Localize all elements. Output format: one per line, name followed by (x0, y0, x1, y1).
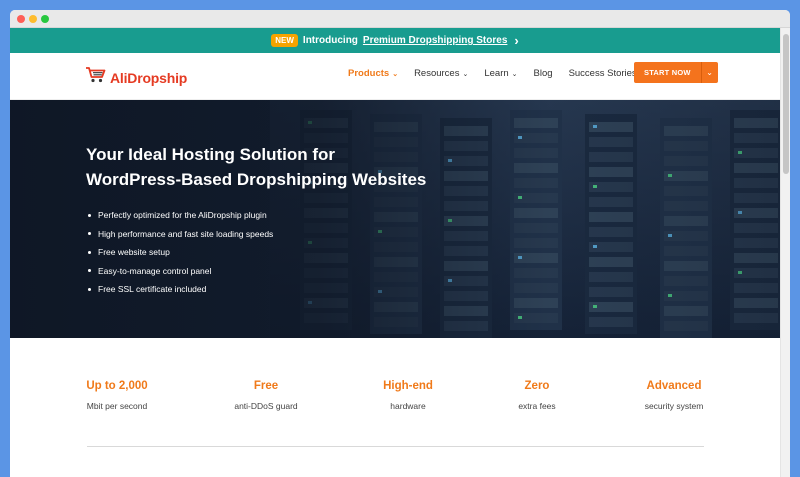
nav-item-blog[interactable]: Blog (534, 68, 553, 79)
feature-text: Free SSL certificate included (98, 284, 207, 295)
chevron-right-icon: › (514, 32, 519, 48)
page-viewport: NEW Introducing Premium Dropshipping Sto… (10, 28, 780, 477)
new-badge: NEW (271, 34, 298, 47)
chevron-down-icon: ⌄ (511, 70, 518, 78)
section-divider (87, 446, 704, 447)
stat-value: Zero (524, 380, 550, 392)
nav-item-label: Learn (484, 68, 509, 79)
feature-item: Free SSL certificate included (88, 280, 273, 299)
chevron-down-icon[interactable]: ⌄ (700, 62, 718, 83)
announcement-text: Introducing (302, 35, 358, 46)
bullet-icon (88, 232, 91, 236)
main-nav: Products ⌄ Resources ⌄ Learn ⌄ Blog Success Sto… (348, 68, 653, 79)
stat-label: security system (644, 401, 704, 411)
stat-value: Up to 2,000 (86, 380, 148, 392)
nav-item-label: Blog (533, 68, 553, 79)
start-now-label: START NOW (644, 68, 691, 77)
nav-item-label: Success Stories (568, 68, 637, 79)
feature-text: Easy-to-manage control panel (98, 265, 212, 276)
hero-title-line-2: WordPress-Based Dropshipping Websites (86, 170, 427, 189)
chevron-down-icon: ⌄ (462, 70, 469, 78)
announcement-bar[interactable]: NEW Introducing Premium Dropshipping Sto… (10, 28, 780, 53)
feature-text: Perfectly optimized for the AliDropship … (98, 210, 267, 221)
feature-item: High performance and fast site loading s… (88, 225, 273, 244)
feature-item: Easy-to-manage control panel (88, 262, 273, 281)
stat-item: Advanced security system (614, 380, 734, 411)
stat-item: High-end hardware (348, 380, 468, 411)
maximize-window-button[interactable] (41, 15, 49, 23)
bullet-icon (88, 269, 91, 273)
stat-label: extra fees (518, 401, 556, 411)
nav-item-success-stories[interactable]: Success Stories (569, 68, 637, 79)
stats-row: Up to 2,000 Mbit per second Free anti-DDoS … (10, 380, 780, 430)
nav-item-label: Resources (414, 68, 460, 79)
cart-icon (85, 66, 107, 89)
stat-label: Mbit per second (86, 401, 148, 411)
announcement-link[interactable]: Premium Dropshipping Stores (363, 35, 507, 46)
feature-text: Free website setup (98, 247, 170, 258)
nav-item-learn[interactable]: Learn ⌄ (484, 68, 517, 79)
hero-title-line-1: Your Ideal Hosting Solution for (86, 145, 336, 164)
window-titlebar (10, 10, 790, 28)
stat-label: hardware (390, 401, 426, 411)
vertical-scrollbar[interactable] (780, 28, 790, 477)
feature-item: Perfectly optimized for the AliDropship … (88, 206, 273, 225)
logo-text: AliDropship (110, 69, 188, 86)
stat-item: Zero extra fees (477, 380, 597, 411)
hero-section: Your Ideal Hosting Solution for WordPres… (10, 100, 780, 338)
stat-label: anti-DDoS guard (234, 401, 298, 411)
close-window-button[interactable] (17, 15, 25, 23)
nav-item-products[interactable]: Products ⌄ (348, 68, 398, 79)
feature-text: High performance and fast site loading s… (98, 228, 274, 239)
nav-item-resources[interactable]: Resources ⌄ (414, 68, 468, 79)
feature-item: Free website setup (88, 243, 273, 262)
chevron-down-icon: ⌄ (392, 70, 399, 78)
bullet-icon (88, 250, 91, 254)
start-now-button[interactable]: START NOW ⌄ (634, 62, 718, 83)
stat-item: Free anti-DDoS guard (206, 380, 326, 411)
stat-value: Advanced (646, 380, 702, 392)
stat-item: Up to 2,000 Mbit per second (57, 380, 177, 411)
minimize-window-button[interactable] (29, 15, 37, 23)
nav-item-label: Products (348, 68, 390, 79)
feature-list: Perfectly optimized for the AliDropship … (88, 206, 273, 299)
bullet-icon (88, 213, 91, 217)
bullet-icon (88, 287, 91, 291)
site-header: AliDropship Products ⌄ Resources ⌄ Learn ⌄ Blo… (10, 53, 780, 100)
stat-value: High-end (383, 380, 433, 392)
logo[interactable]: AliDropship (85, 66, 187, 89)
scrollbar-thumb[interactable] (783, 34, 789, 174)
stat-value: Free (253, 380, 279, 392)
hero-title: Your Ideal Hosting Solution for WordPres… (86, 142, 466, 192)
browser-window: NEW Introducing Premium Dropshipping Sto… (10, 10, 790, 477)
